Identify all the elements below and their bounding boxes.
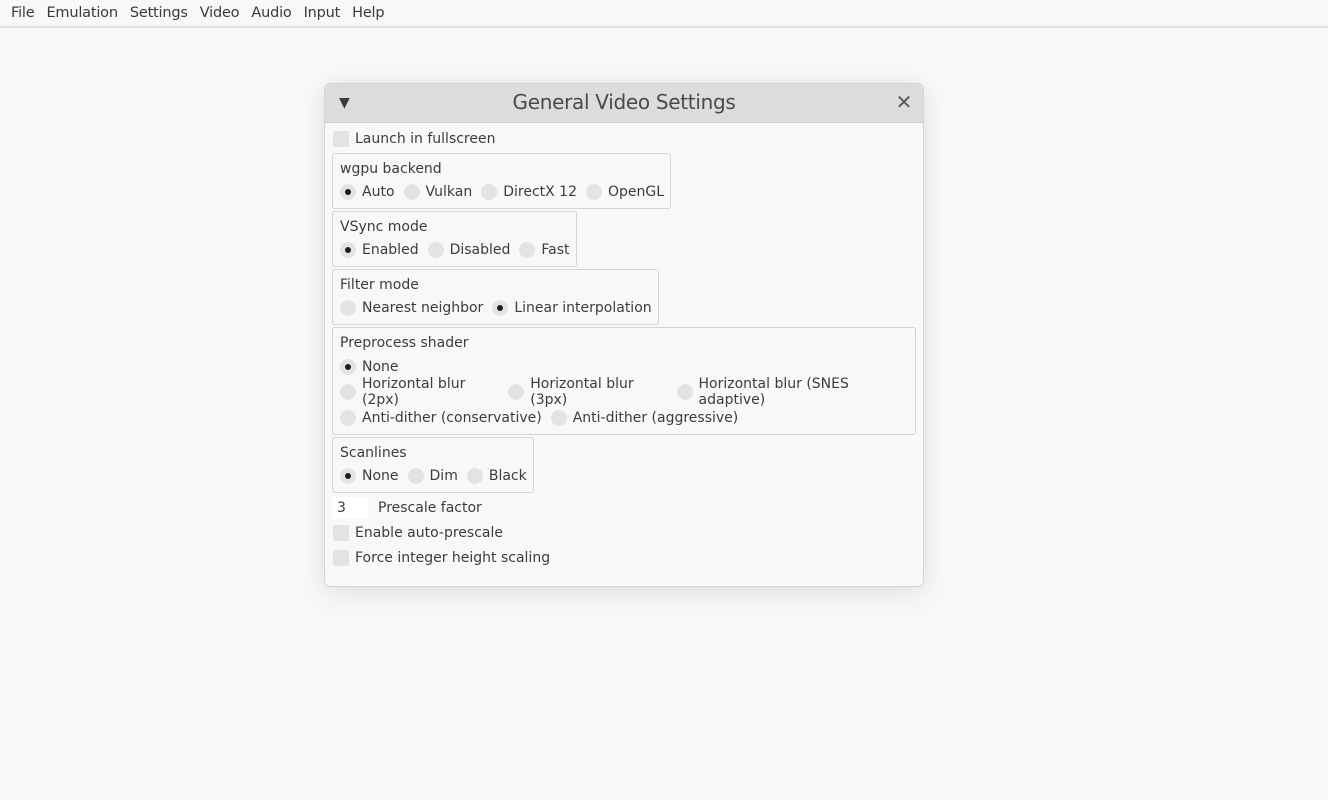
radio-label: Horizontal blur (2px) bbox=[362, 376, 466, 408]
radio-none[interactable]: None bbox=[340, 358, 399, 375]
radio-button[interactable] bbox=[481, 184, 498, 200]
scanlines-group: Scanlines None Dim Black bbox=[332, 437, 534, 493]
auto-prescale-checkbox[interactable]: Enable auto-prescale bbox=[332, 520, 916, 545]
group-title: Preprocess shader bbox=[340, 335, 469, 351]
radio-horizontal-blur-snes[interactable]: Horizontal blur (SNES adaptive) bbox=[676, 376, 909, 408]
menu-input[interactable]: Input bbox=[299, 0, 348, 26]
menu-bar: File Emulation Settings Video Audio Inpu… bbox=[0, 0, 1328, 28]
menu-settings[interactable]: Settings bbox=[125, 0, 195, 26]
radio-label: Vulkan bbox=[425, 184, 473, 200]
radio-opengl[interactable]: OpenGL bbox=[586, 184, 664, 200]
radio-nearest-neighbor[interactable]: Nearest neighbor bbox=[340, 300, 483, 316]
radio-label: OpenGL bbox=[608, 184, 665, 200]
window-title: General Video Settings bbox=[512, 90, 736, 114]
vsync-mode-group: VSync mode Enabled Disabled Fast bbox=[332, 211, 577, 267]
radio-vulkan[interactable]: Vulkan bbox=[403, 184, 473, 200]
checkbox-label: Launch in fullscreen bbox=[355, 130, 496, 147]
radio-label: None bbox=[362, 468, 399, 484]
radio-disabled[interactable]: Disabled bbox=[427, 242, 511, 258]
radio-button[interactable] bbox=[340, 384, 356, 400]
radio-label: Horizontal blur (3px) bbox=[530, 376, 634, 408]
radio-button[interactable] bbox=[407, 468, 424, 484]
radio-button[interactable] bbox=[676, 384, 693, 400]
prescale-factor-input[interactable]: 3 bbox=[332, 496, 368, 519]
radio-label: Enabled bbox=[362, 242, 419, 258]
group-title: Scanlines bbox=[340, 445, 407, 461]
radio-anti-dither-conservative[interactable]: Anti-dither (conservative) bbox=[340, 409, 542, 426]
radio-anti-dither-aggressive[interactable]: Anti-dither (aggressive) bbox=[550, 409, 739, 426]
radio-label: Dim bbox=[429, 468, 458, 484]
close-icon[interactable]: ✕ bbox=[895, 92, 913, 112]
radio-auto[interactable]: Auto bbox=[340, 184, 395, 200]
radio-label: Nearest neighbor bbox=[362, 300, 484, 316]
radio-label: Horizontal blur (SNES adaptive) bbox=[698, 376, 849, 408]
menu-audio[interactable]: Audio bbox=[246, 0, 298, 26]
radio-button[interactable] bbox=[340, 468, 356, 484]
integer-height-checkbox[interactable]: Force integer height scaling bbox=[332, 545, 916, 570]
menu-help[interactable]: Help bbox=[347, 0, 391, 26]
checkbox-box[interactable] bbox=[333, 524, 349, 541]
radio-button[interactable] bbox=[586, 184, 602, 200]
radio-scanlines-none[interactable]: None bbox=[340, 468, 399, 484]
filter-mode-group: Filter mode Nearest neighbor Linear inte… bbox=[332, 269, 659, 325]
radio-scanlines-dim[interactable]: Dim bbox=[407, 468, 458, 484]
radio-button[interactable] bbox=[340, 409, 356, 426]
preprocess-shader-group: Preprocess shader None Horizontal blur (… bbox=[332, 327, 916, 435]
radio-button[interactable] bbox=[340, 358, 356, 375]
radio-enabled[interactable]: Enabled bbox=[340, 242, 419, 258]
radio-button[interactable] bbox=[427, 242, 444, 258]
radio-label: None bbox=[362, 358, 399, 375]
menu-video[interactable]: Video bbox=[195, 0, 247, 26]
radio-label: Auto bbox=[362, 184, 395, 200]
menu-file[interactable]: File bbox=[6, 0, 41, 26]
radio-linear-interpolation[interactable]: Linear interpolation bbox=[492, 300, 652, 316]
radio-button[interactable] bbox=[550, 409, 567, 426]
radio-button[interactable] bbox=[508, 384, 525, 400]
radio-button[interactable] bbox=[340, 242, 356, 258]
launch-fullscreen-checkbox[interactable]: Launch in fullscreen bbox=[332, 126, 916, 151]
group-title: VSync mode bbox=[340, 219, 428, 235]
checkbox-label: Force integer height scaling bbox=[355, 549, 551, 566]
radio-fast[interactable]: Fast bbox=[519, 242, 570, 258]
radio-directx12[interactable]: DirectX 12 bbox=[481, 184, 577, 200]
menu-emulation[interactable]: Emulation bbox=[41, 0, 124, 26]
window-titlebar[interactable]: ▼ General Video Settings ✕ bbox=[325, 84, 923, 123]
radio-label: Anti-dither (conservative) bbox=[362, 409, 542, 426]
radio-button[interactable] bbox=[340, 300, 356, 316]
radio-scanlines-black[interactable]: Black bbox=[466, 468, 527, 484]
group-title: Filter mode bbox=[340, 277, 419, 293]
radio-label: DirectX 12 bbox=[503, 184, 577, 200]
radio-label: Disabled bbox=[449, 242, 511, 258]
group-title: wgpu backend bbox=[340, 161, 442, 177]
radio-button[interactable] bbox=[466, 468, 483, 484]
checkbox-label: Enable auto-prescale bbox=[355, 524, 503, 541]
prescale-factor-row: 3 Prescale factor bbox=[332, 495, 916, 520]
prescale-factor-label: Prescale factor bbox=[378, 499, 482, 516]
radio-label: Anti-dither (aggressive) bbox=[572, 409, 739, 426]
radio-horizontal-blur-3px[interactable]: Horizontal blur (3px) bbox=[508, 376, 667, 408]
radio-label: Linear interpolation bbox=[514, 300, 652, 316]
radio-button[interactable] bbox=[403, 184, 420, 200]
radio-horizontal-blur-2px[interactable]: Horizontal blur (2px) bbox=[340, 376, 499, 408]
radio-button[interactable] bbox=[492, 300, 509, 316]
radio-label: Black bbox=[488, 468, 527, 484]
general-video-settings-window: ▼ General Video Settings ✕ Launch in ful… bbox=[324, 83, 924, 587]
wgpu-backend-group: wgpu backend Auto Vulkan DirectX 12 Open… bbox=[332, 153, 672, 209]
checkbox-box[interactable] bbox=[333, 549, 349, 566]
radio-label: Fast bbox=[541, 242, 570, 258]
radio-button[interactable] bbox=[340, 184, 356, 200]
checkbox-box[interactable] bbox=[333, 130, 349, 147]
window-content: Launch in fullscreen wgpu backend Auto V… bbox=[332, 126, 916, 570]
radio-button[interactable] bbox=[519, 242, 536, 258]
